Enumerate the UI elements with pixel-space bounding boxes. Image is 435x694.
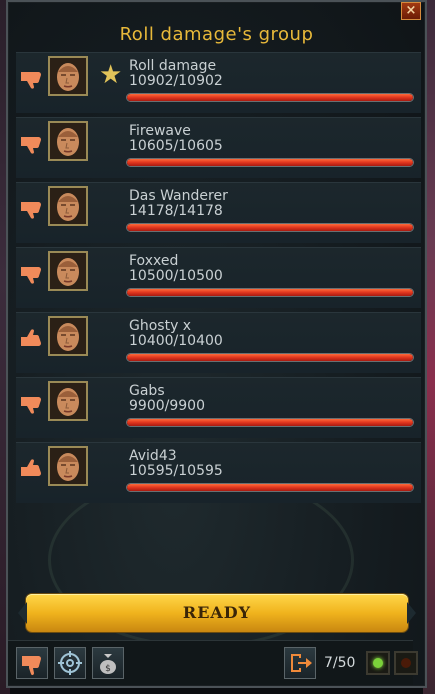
money-bag-icon: $	[100, 654, 116, 674]
green-light-toggle[interactable]	[366, 651, 390, 675]
thumbs-down-icon	[20, 134, 46, 154]
thumbs-down-icon	[22, 656, 41, 676]
red-light-toggle[interactable]	[394, 651, 418, 675]
member-hp: 10400/10400	[129, 333, 223, 349]
svg-text:$: $	[105, 664, 111, 674]
member-hp: 10595/10595	[129, 463, 223, 479]
hp-bar	[126, 223, 414, 232]
hp-bar	[126, 288, 414, 297]
close-button[interactable]: ×	[401, 2, 421, 20]
hp-bar-fill	[127, 289, 413, 296]
ready-button[interactable]: READY	[18, 594, 416, 632]
member-row[interactable]: Ghosty x 10400/10400	[16, 312, 421, 373]
thumbs-down-button[interactable]	[16, 647, 48, 679]
thumbs-up-icon	[20, 459, 46, 479]
member-hp: 10605/10605	[129, 138, 223, 154]
loot-button[interactable]: $	[92, 647, 124, 679]
hp-bar-fill	[127, 419, 413, 426]
hp-bar	[126, 93, 414, 102]
thumbs-up-icon	[20, 329, 46, 349]
member-list: ★ Roll damage 10902/10902 Firewave 10605/106…	[16, 52, 421, 507]
hp-bar-fill	[127, 94, 413, 101]
member-name: Foxxed	[129, 253, 179, 269]
thumbs-down-icon	[20, 394, 46, 414]
member-name: Roll damage	[129, 58, 217, 74]
member-row[interactable]: ★ Roll damage 10902/10902	[16, 52, 421, 113]
avatar	[48, 251, 88, 291]
thumbs-down-icon	[20, 199, 46, 219]
avatar	[48, 446, 88, 486]
hp-bar	[126, 483, 414, 492]
member-name: Gabs	[129, 383, 165, 399]
hp-bar-fill	[127, 159, 413, 166]
red-light-icon	[401, 658, 411, 668]
ready-label: READY	[182, 603, 252, 622]
member-name: Das Wanderer	[129, 188, 228, 204]
crosshair-icon	[58, 651, 82, 675]
hp-bar	[126, 353, 414, 362]
green-light-icon	[373, 658, 383, 668]
avatar	[48, 381, 88, 421]
thumbs-down-icon	[20, 69, 46, 89]
member-count: 7/50	[324, 655, 356, 671]
ready-cap-right	[407, 602, 416, 624]
avatar	[48, 121, 88, 161]
group-window: × Roll damage's group ★ Roll damage 10902/…	[6, 0, 427, 688]
leave-group-button[interactable]	[284, 647, 316, 679]
avatar	[48, 316, 88, 356]
thumbs-down-icon	[20, 264, 46, 284]
member-row[interactable]: Avid43 10595/10595	[16, 442, 421, 503]
hp-bar	[126, 158, 414, 167]
member-name: Firewave	[129, 123, 191, 139]
exit-icon	[291, 654, 312, 672]
window-title: Roll damage's group	[119, 24, 314, 45]
hp-bar-fill	[127, 224, 413, 231]
member-hp: 10500/10500	[129, 268, 223, 284]
member-row[interactable]: Foxxed 10500/10500	[16, 247, 421, 308]
member-name: Ghosty x	[129, 318, 192, 334]
member-row[interactable]: Das Wanderer 14178/14178	[16, 182, 421, 243]
hp-bar	[126, 418, 414, 427]
hp-bar-fill	[127, 484, 413, 491]
member-name: Avid43	[129, 448, 177, 464]
bottom-toolbar: $ 7/50	[8, 640, 418, 685]
member-row[interactable]: Gabs 9900/9900	[16, 377, 421, 438]
target-button[interactable]	[54, 647, 86, 679]
leader-star-icon: ★	[99, 60, 123, 90]
member-hp: 14178/14178	[129, 203, 223, 219]
member-hp: 9900/9900	[129, 398, 205, 414]
member-row[interactable]: Firewave 10605/10605	[16, 117, 421, 178]
avatar	[48, 186, 88, 226]
ready-cap-left	[18, 602, 27, 624]
member-hp: 10902/10902	[129, 73, 223, 89]
hp-bar-fill	[127, 354, 413, 361]
avatar	[48, 56, 88, 96]
